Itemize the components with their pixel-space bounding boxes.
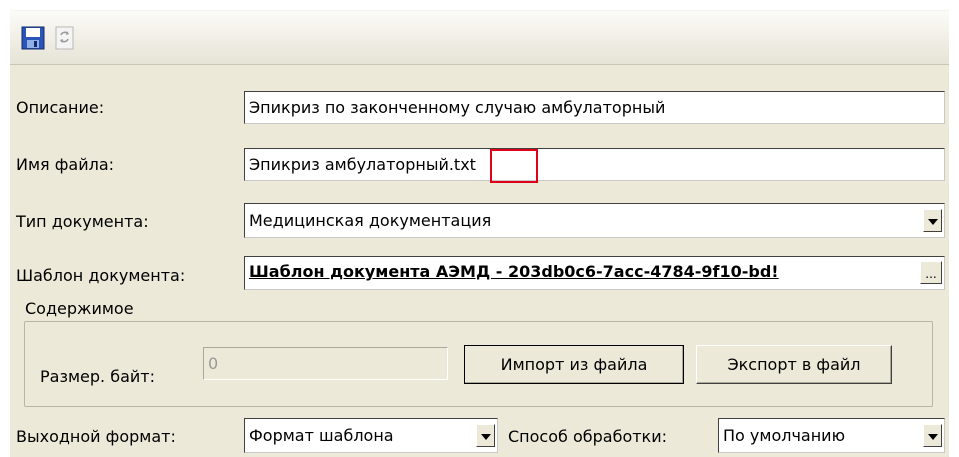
processing-label: Способ обработки:	[508, 427, 668, 446]
template-browse-button[interactable]: ...	[920, 261, 942, 284]
filename-input[interactable]: Эпикриз амбулаторный.txt	[244, 148, 945, 181]
description-value: Эпикриз по законченному случаю амбулатор…	[249, 98, 666, 117]
size-input: 0	[203, 347, 448, 380]
description-input[interactable]: Эпикриз по законченному случаю амбулатор…	[244, 91, 945, 124]
document-window: Описание: Эпикриз по законченному случаю…	[10, 10, 949, 457]
size-label: Размер. байт:	[40, 367, 155, 386]
save-button[interactable]	[20, 25, 46, 51]
import-file-button[interactable]: Импорт из файла	[464, 345, 684, 384]
description-label: Описание:	[16, 98, 105, 117]
size-value: 0	[208, 354, 219, 373]
highlight-box	[490, 149, 538, 183]
export-file-button[interactable]: Экспорт в файл	[696, 345, 892, 384]
template-field[interactable]: Шаблон документа АЭМД - 203db0c6-7acc-47…	[244, 256, 945, 290]
output-format-label: Выходной формат:	[16, 427, 176, 446]
doctype-value: Медицинская документация	[249, 211, 492, 230]
output-format-value: Формат шаблона	[249, 426, 394, 445]
toolbar	[10, 11, 949, 65]
processing-dropdown-button[interactable]	[923, 424, 942, 447]
filename-value: Эпикриз амбулаторный.txt	[249, 155, 476, 174]
doctype-select[interactable]: Медицинская документация	[244, 203, 945, 238]
refresh-icon	[55, 26, 74, 50]
content-group-title: Содержимое	[22, 299, 137, 318]
processing-value: По умолчанию	[723, 426, 846, 445]
template-label: Шаблон документа:	[16, 266, 186, 285]
refresh-button[interactable]	[52, 25, 78, 51]
processing-select[interactable]: По умолчанию	[718, 418, 945, 453]
template-value: Шаблон документа АЭМД - 203db0c6-7acc-47…	[249, 262, 779, 281]
output-format-select[interactable]: Формат шаблона	[244, 418, 498, 453]
filename-label: Имя файла:	[16, 155, 115, 174]
doctype-dropdown-button[interactable]	[923, 209, 942, 232]
output-format-dropdown-button[interactable]	[476, 424, 495, 447]
floppy-disk-icon	[21, 26, 45, 50]
doctype-label: Тип документа:	[16, 212, 149, 231]
